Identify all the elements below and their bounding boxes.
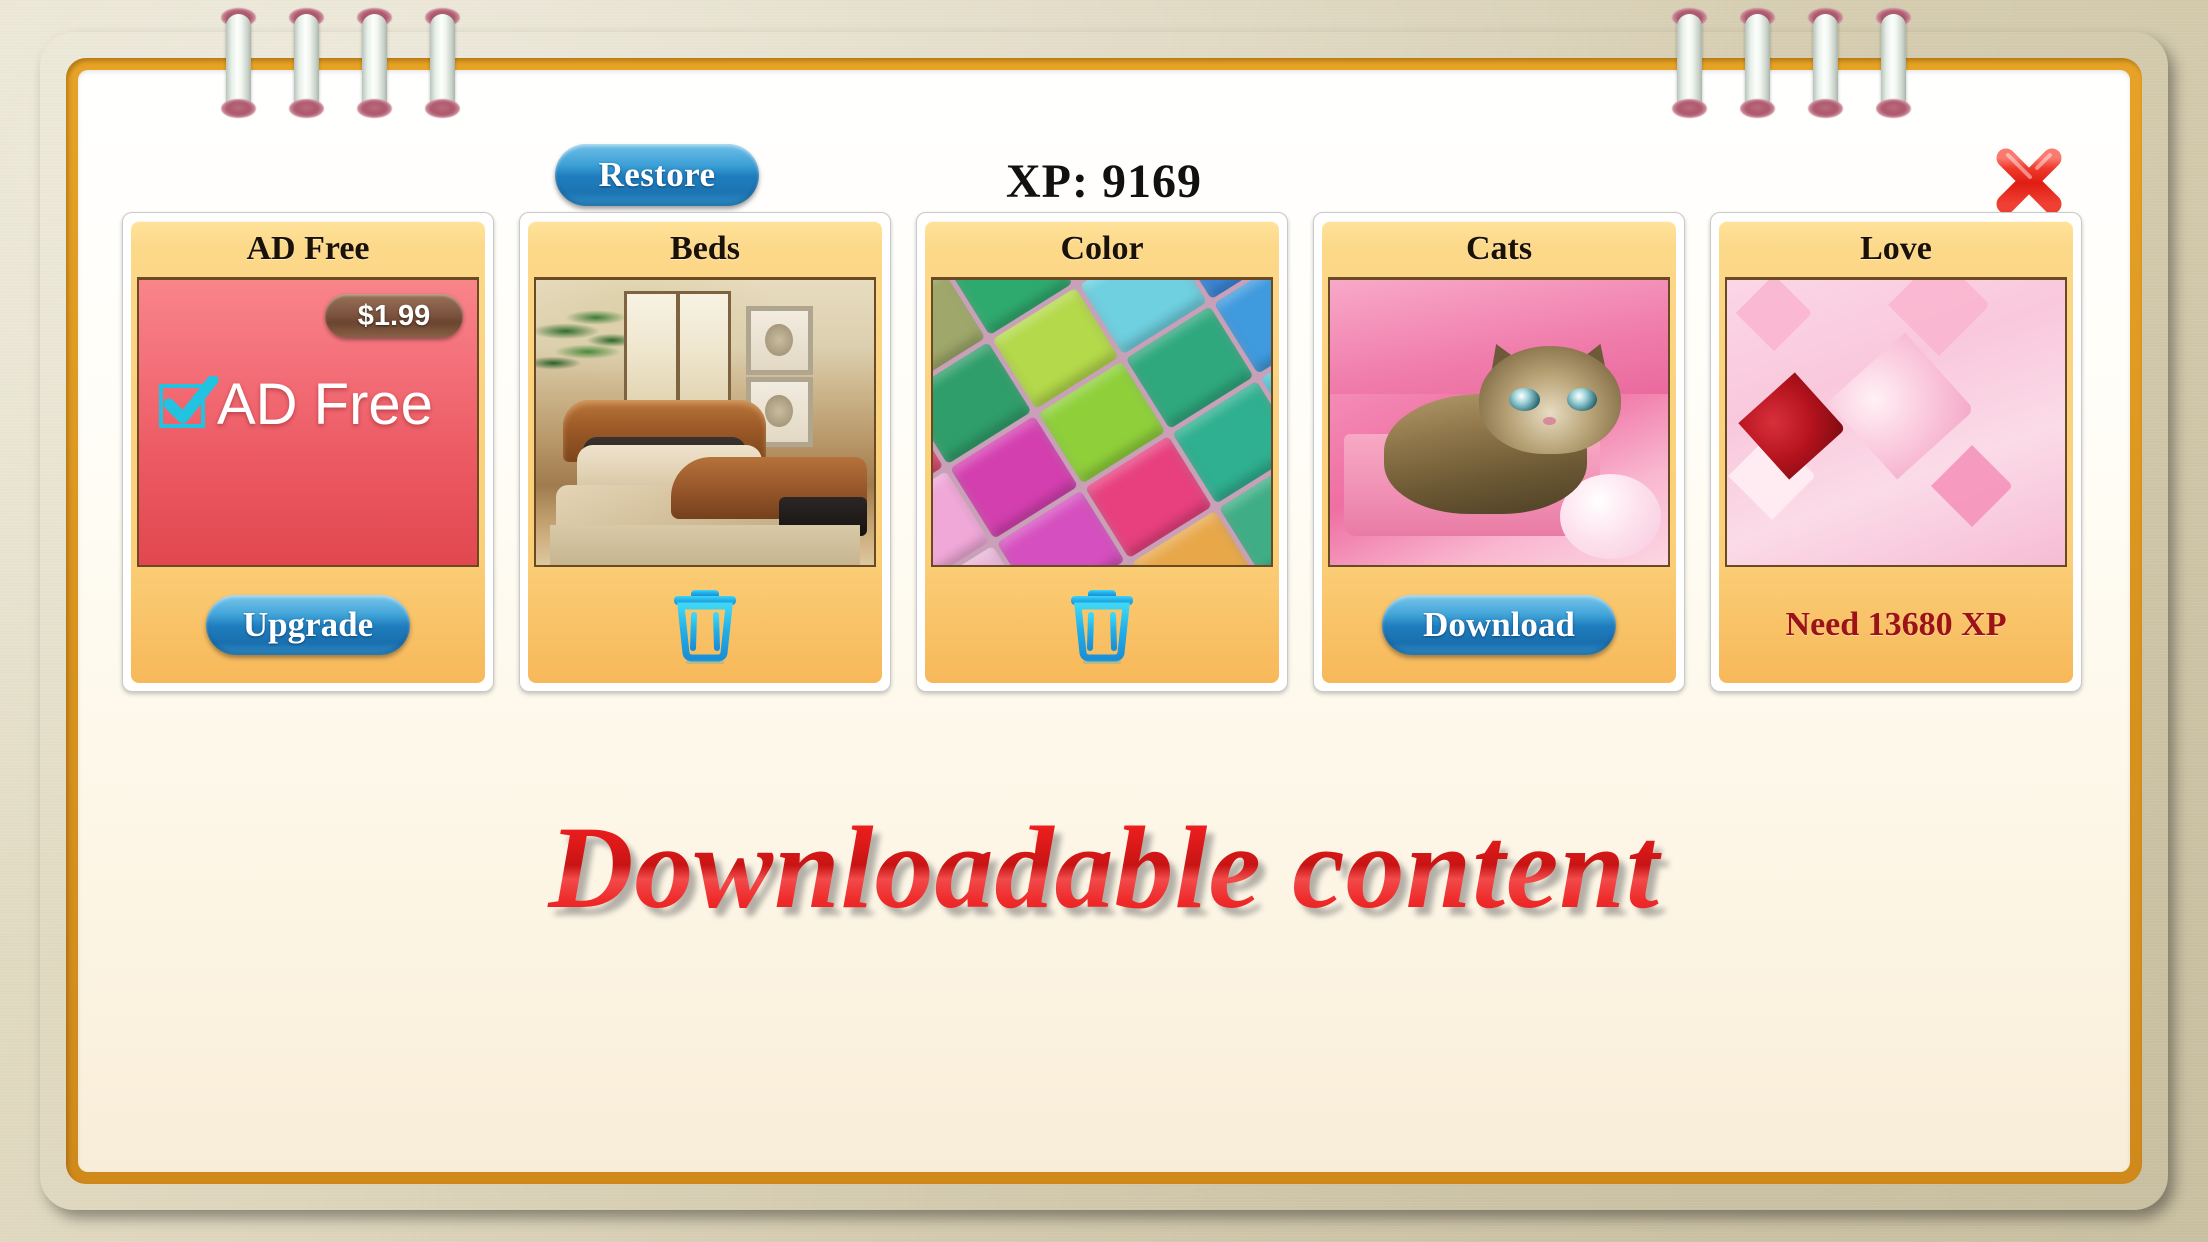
close-x-icon: [1996, 148, 2062, 214]
card-ad-free[interactable]: AD Free $1.99 AD Free Upgrade: [122, 212, 494, 692]
download-button[interactable]: Download: [1382, 595, 1616, 655]
card-body: Color: [925, 221, 1279, 683]
card-title: AD Free: [246, 230, 370, 267]
card-beds[interactable]: Beds: [519, 212, 891, 692]
spiral-binding-ring: [1672, 8, 1707, 118]
upgrade-button[interactable]: Upgrade: [206, 595, 410, 655]
card-body: AD Free $1.99 AD Free Upgrade: [131, 221, 485, 683]
color-swatch-grid: [933, 280, 1271, 565]
card-footer: Download: [1322, 567, 1676, 683]
trash-icon: [674, 590, 736, 664]
card-title: Cats: [1465, 230, 1533, 267]
price-badge: $1.99: [325, 294, 463, 338]
color-blocks-photo: [933, 280, 1271, 565]
card-artwork: [1725, 277, 2067, 567]
spiral-binding-ring: [357, 8, 392, 118]
card-footer: [528, 567, 882, 683]
card-artwork: $1.99 AD Free: [137, 277, 479, 567]
spiral-binding-ring: [1876, 8, 1911, 118]
hearts-photo: [1727, 280, 2065, 565]
card-title: Love: [1860, 230, 1932, 267]
ad-free-label: AD Free: [217, 372, 433, 437]
page-title: Downloadable content: [78, 800, 2130, 936]
spiral-binding-ring: [425, 8, 460, 118]
bedroom-photo: [536, 280, 874, 565]
xp-counter: XP: 9169: [1006, 155, 1202, 208]
card-body: Beds: [528, 221, 882, 683]
card-title: Beds: [670, 230, 740, 267]
delete-button[interactable]: [670, 584, 740, 666]
close-button[interactable]: [1990, 142, 2068, 220]
spiral-binding-ring: [289, 8, 324, 118]
card-title: Color: [1060, 230, 1144, 267]
trash-icon: [1071, 590, 1133, 664]
card-cats[interactable]: Cats Download: [1313, 212, 1685, 692]
kitten-photo: [1330, 280, 1668, 565]
spiral-rings-left: [221, 8, 460, 118]
notepad-page: Restore XP: 9169 AD Free $1.99 AD Free U…: [78, 70, 2130, 1172]
ad-free-banner: AD Free: [157, 376, 433, 434]
card-artwork: [931, 277, 1273, 567]
delete-button[interactable]: [1067, 584, 1137, 666]
spiral-rings-right: [1672, 8, 1911, 118]
card-color[interactable]: Color: [916, 212, 1288, 692]
spiral-binding-ring: [1808, 8, 1843, 118]
card-body: Cats Download: [1322, 221, 1676, 683]
card-footer: Upgrade: [131, 567, 485, 683]
card-artwork: [1328, 277, 1670, 567]
notepad-inner-border: Restore XP: 9169 AD Free $1.99 AD Free U…: [66, 58, 2142, 1184]
spiral-binding-ring: [1740, 8, 1775, 118]
card-love[interactable]: Love Need 13680 XP: [1710, 212, 2082, 692]
checkbox-checked-icon: [157, 376, 219, 432]
content-pack-list: AD Free $1.99 AD Free Upgrade Beds Color…: [100, 212, 2108, 692]
card-artwork: [534, 277, 876, 567]
notepad-frame: Restore XP: 9169 AD Free $1.99 AD Free U…: [40, 32, 2168, 1210]
card-footer: Need 13680 XP: [1719, 567, 2073, 683]
locked-requirement-label: Need 13680 XP: [1785, 606, 2007, 643]
card-body: Love Need 13680 XP: [1719, 221, 2073, 683]
card-footer: [925, 567, 1279, 683]
spiral-binding-ring: [221, 8, 256, 118]
